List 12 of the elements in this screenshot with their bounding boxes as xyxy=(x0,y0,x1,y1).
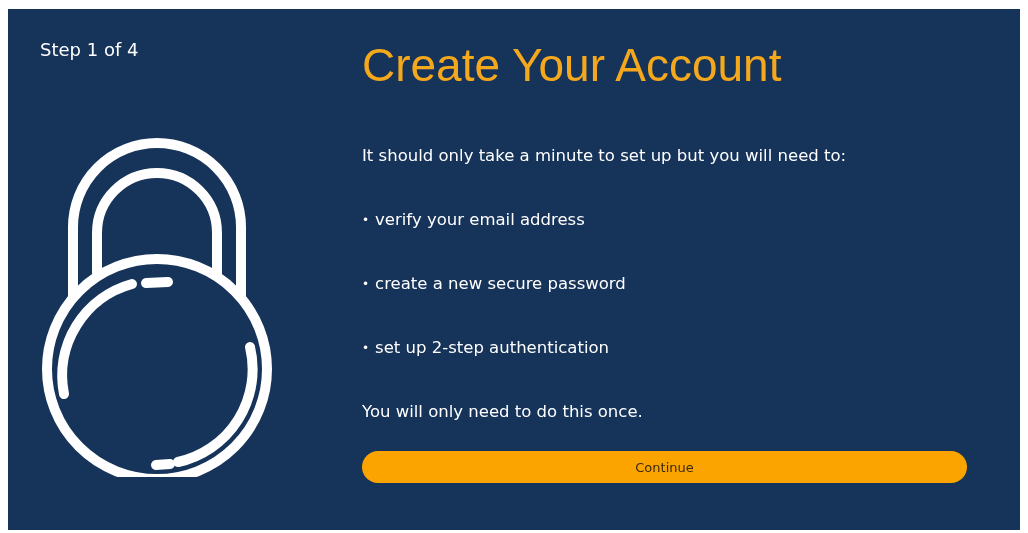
intro-text: It should only take a minute to set up but you will need to: xyxy=(362,145,847,167)
note-text: You will only need to do this once. xyxy=(362,401,643,423)
padlock-icon xyxy=(40,137,272,477)
continue-button[interactable]: Continue xyxy=(362,451,967,483)
requirement-item: set up 2-step authentication xyxy=(375,337,610,359)
bullet-marker: • xyxy=(362,212,370,229)
page-title: Create Your Account xyxy=(362,38,782,93)
requirement-item: verify your email address xyxy=(375,209,585,231)
requirement-item: create a new secure password xyxy=(375,273,626,295)
bullet-marker: • xyxy=(362,276,370,293)
bullet-marker: • xyxy=(362,340,370,357)
step-indicator: Step 1 of 4 xyxy=(40,39,139,60)
